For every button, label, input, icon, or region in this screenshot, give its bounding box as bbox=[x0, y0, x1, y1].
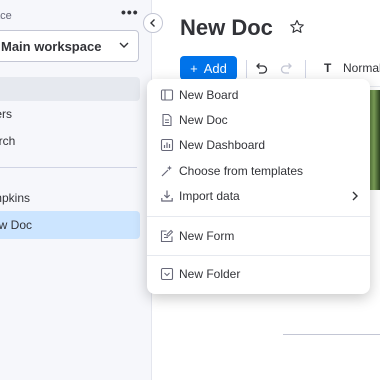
collapse-sidebar-button[interactable] bbox=[143, 13, 163, 33]
text-format-icon[interactable]: T bbox=[324, 61, 331, 75]
menu-divider bbox=[147, 216, 370, 217]
menu-item-new-dashboard[interactable]: New Dashboard bbox=[147, 133, 370, 157]
menu-item-choose-templates[interactable]: Choose from templates bbox=[147, 159, 370, 183]
sidebar-item-label: ters bbox=[0, 107, 13, 121]
sidebar-item-search[interactable]: arch bbox=[0, 129, 140, 153]
menu-item-new-form[interactable]: New Form bbox=[147, 224, 370, 248]
board-icon bbox=[160, 89, 174, 101]
sidebar-item-new-doc[interactable]: ew Doc bbox=[0, 211, 140, 239]
dashboard-icon bbox=[160, 138, 174, 152]
menu-item-new-doc[interactable]: New Doc bbox=[147, 108, 370, 132]
workspace-selector[interactable]: Main workspace bbox=[0, 30, 139, 62]
add-button[interactable]: + Add bbox=[180, 56, 237, 80]
menu-item-label: Import data bbox=[179, 189, 240, 203]
sidebar: ace ••• Main workspace d ters arch mpkin… bbox=[0, 0, 152, 380]
plus-icon: + bbox=[190, 60, 198, 76]
doc-icon bbox=[162, 113, 172, 127]
add-menu: New Board New Doc New Dashboard Choose f… bbox=[147, 79, 370, 294]
menu-item-label: Choose from templates bbox=[179, 164, 304, 178]
menu-item-label: New Form bbox=[179, 229, 235, 243]
folder-icon bbox=[160, 267, 174, 281]
menu-item-import-data[interactable]: Import data bbox=[147, 184, 370, 208]
menu-item-new-folder[interactable]: New Folder bbox=[147, 262, 370, 286]
sidebar-item-label: ew Doc bbox=[0, 218, 33, 232]
menu-item-new-board[interactable]: New Board bbox=[147, 83, 370, 107]
workspace-name: Main workspace bbox=[1, 38, 102, 54]
sidebar-item-label: mpkins bbox=[0, 191, 31, 205]
sidebar-item-label: arch bbox=[0, 134, 16, 148]
redo-icon[interactable] bbox=[279, 60, 295, 76]
more-options-icon[interactable]: ••• bbox=[121, 4, 139, 20]
chevron-left-icon bbox=[150, 19, 155, 27]
form-icon bbox=[160, 229, 174, 243]
toolbar-divider bbox=[305, 60, 306, 78]
import-icon bbox=[161, 190, 173, 202]
sidebar-item-pumpkins[interactable]: mpkins bbox=[0, 186, 140, 210]
templates-icon bbox=[161, 165, 172, 177]
chevron-down-icon bbox=[119, 42, 129, 48]
menu-item-label: New Dashboard bbox=[179, 138, 266, 152]
content-divider bbox=[283, 334, 380, 335]
undo-icon[interactable] bbox=[253, 60, 269, 76]
workspace-label: ace bbox=[0, 10, 12, 22]
menu-divider bbox=[147, 255, 370, 256]
menu-item-label: New Doc bbox=[179, 113, 228, 127]
sidebar-item-board[interactable]: d bbox=[0, 77, 140, 101]
star-icon[interactable] bbox=[289, 19, 305, 35]
chevron-right-icon bbox=[352, 191, 358, 201]
page-title[interactable]: New Doc bbox=[180, 15, 273, 41]
sidebar-item-filters[interactable]: ters bbox=[0, 102, 140, 126]
add-button-label: Add bbox=[203, 60, 227, 76]
menu-item-label: New Board bbox=[179, 88, 239, 102]
sidebar-divider bbox=[0, 167, 137, 168]
toolbar-divider bbox=[246, 60, 247, 78]
text-style-dropdown[interactable]: Normal bbox=[343, 61, 380, 75]
menu-item-label: New Folder bbox=[179, 267, 241, 281]
